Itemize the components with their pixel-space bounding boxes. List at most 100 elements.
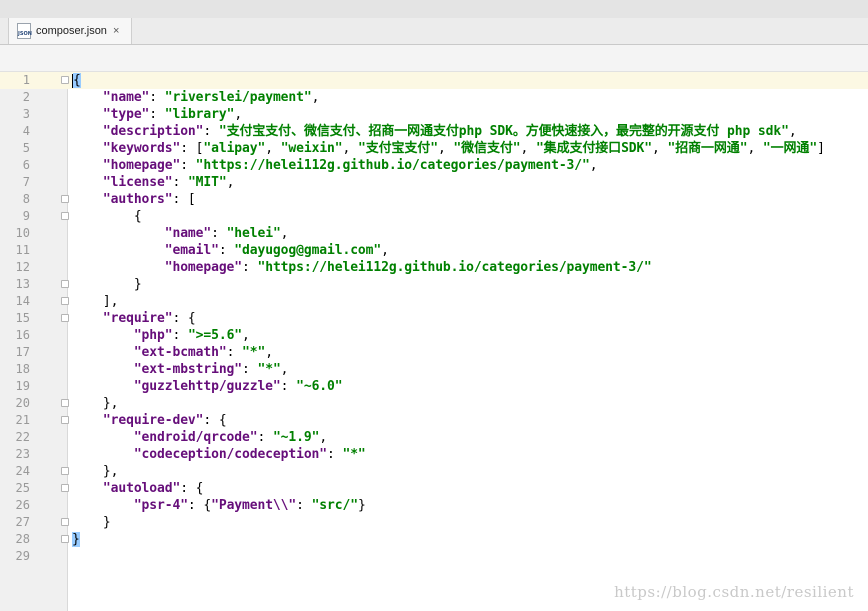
code-line[interactable]: 4 "description": "支付宝支付、微信支付、招商一网通支付php … xyxy=(0,123,868,140)
json-punctuation: : xyxy=(172,328,188,343)
code-line[interactable]: 24 }, xyxy=(0,463,868,480)
json-key: "Payment\\" xyxy=(211,498,297,513)
code-line[interactable]: 20 }, xyxy=(0,395,868,412)
code-line[interactable]: 21 "require-dev": { xyxy=(0,412,868,429)
code-line[interactable]: 25 "autoload": { xyxy=(0,480,868,497)
line-number: 18 xyxy=(15,362,30,376)
code-line[interactable]: 26 "psr-4": {"Payment\\": "src/"} xyxy=(0,497,868,514)
code-text: "guzzlehttp/guzzle": "~6.0" xyxy=(72,378,343,395)
json-string: "*" xyxy=(257,362,281,377)
json-punctuation: , xyxy=(319,430,328,445)
code-line[interactable]: 28} xyxy=(0,531,868,548)
json-punctuation: , xyxy=(747,141,763,156)
code-text: "keywords": ["alipay", "weixin", "支付宝支付"… xyxy=(72,140,825,157)
line-number: 23 xyxy=(15,447,30,461)
code-line[interactable]: 27 } xyxy=(0,514,868,531)
fold-marker-icon[interactable] xyxy=(61,518,69,526)
json-key: "endroid/qrcode" xyxy=(133,430,258,445)
code-line[interactable]: 6 "homepage": "https://helei112g.github.… xyxy=(0,157,868,174)
json-string: "library" xyxy=(164,107,235,122)
code-line[interactable]: 18 "ext-mbstring": "*", xyxy=(0,361,868,378)
fold-marker-icon[interactable] xyxy=(61,314,69,322)
code-line[interactable]: 5 "keywords": ["alipay", "weixin", "支付宝支… xyxy=(0,140,868,157)
fold-marker-icon[interactable] xyxy=(61,76,69,84)
fold-marker-icon[interactable] xyxy=(61,535,69,543)
json-key: "psr-4" xyxy=(133,498,188,513)
json-string: "alipay" xyxy=(203,141,266,156)
json-punctuation xyxy=(72,379,134,394)
json-key: "autoload" xyxy=(102,481,181,496)
fold-marker-icon[interactable] xyxy=(61,467,69,475)
code-line[interactable]: 12 "homepage": "https://helei112g.github… xyxy=(0,259,868,276)
code-text: "homepage": "https://helei112g.github.io… xyxy=(72,157,598,174)
code-text: "require-dev": { xyxy=(72,412,227,429)
code-editor[interactable]: 1{2 "name": "riverslei/payment", 3 "type"… xyxy=(0,72,868,611)
line-number: 4 xyxy=(22,124,30,138)
line-number: 25 xyxy=(15,481,30,495)
tab-composer-json[interactable]: JSON composer.json × xyxy=(8,18,132,44)
json-string: ">=5.6" xyxy=(187,328,243,343)
code-line[interactable]: 19 "guzzlehttp/guzzle": "~6.0" xyxy=(0,378,868,395)
json-punctuation: : [ xyxy=(172,192,196,207)
code-lines: 1{2 "name": "riverslei/payment", 3 "type"… xyxy=(0,72,868,565)
json-punctuation xyxy=(72,243,165,258)
json-punctuation: } xyxy=(72,515,111,530)
line-number: 11 xyxy=(15,243,30,257)
line-number: 8 xyxy=(22,192,30,206)
json-punctuation: : xyxy=(172,175,188,190)
json-key: "guzzlehttp/guzzle" xyxy=(133,379,281,394)
json-punctuation: , xyxy=(226,175,235,190)
code-line[interactable]: 9 { xyxy=(0,208,868,225)
json-punctuation xyxy=(72,481,103,496)
code-text: ], xyxy=(72,293,119,310)
json-key: "license" xyxy=(102,175,173,190)
fold-marker-icon[interactable] xyxy=(61,280,69,288)
code-line[interactable]: 3 "type": "library", xyxy=(0,106,868,123)
code-line[interactable]: 23 "codeception/codeception": "*" xyxy=(0,446,868,463)
json-punctuation xyxy=(72,498,134,513)
json-punctuation: } xyxy=(72,532,80,547)
code-line[interactable]: 1{ xyxy=(0,72,868,89)
code-line[interactable]: 7 "license": "MIT", xyxy=(0,174,868,191)
code-text: "psr-4": {"Payment\\": "src/"} xyxy=(72,497,366,514)
code-text: "php": ">=5.6", xyxy=(72,327,250,344)
fold-marker-icon[interactable] xyxy=(61,195,69,203)
line-number: 15 xyxy=(15,311,30,325)
json-punctuation: : xyxy=(296,498,312,513)
json-punctuation: , xyxy=(342,141,358,156)
code-line[interactable]: 17 "ext-bcmath": "*", xyxy=(0,344,868,361)
code-line[interactable]: 13 } xyxy=(0,276,868,293)
close-icon[interactable]: × xyxy=(113,25,119,37)
code-line[interactable]: 2 "name": "riverslei/payment", xyxy=(0,89,868,106)
line-number: 3 xyxy=(22,107,30,121)
fold-marker-icon[interactable] xyxy=(61,297,69,305)
code-text: "require": { xyxy=(72,310,196,327)
json-punctuation: { xyxy=(72,209,142,224)
code-line[interactable]: 11 "email": "dayugog@gmail.com", xyxy=(0,242,868,259)
code-line[interactable]: 8 "authors": [ xyxy=(0,191,868,208)
json-key: "require" xyxy=(102,311,173,326)
fold-marker-icon[interactable] xyxy=(61,484,69,492)
json-punctuation xyxy=(72,413,103,428)
fold-marker-icon[interactable] xyxy=(61,399,69,407)
json-key: "name" xyxy=(102,90,150,105)
json-key: "homepage" xyxy=(102,158,181,173)
code-line[interactable]: 10 "name": "helei", xyxy=(0,225,868,242)
code-line[interactable]: 15 "require": { xyxy=(0,310,868,327)
code-line[interactable]: 14 ], xyxy=(0,293,868,310)
json-punctuation: , xyxy=(280,226,289,241)
code-text: "description": "支付宝支付、微信支付、招商一网通支付php SD… xyxy=(72,123,797,140)
json-punctuation xyxy=(72,345,134,360)
json-punctuation: : xyxy=(211,226,227,241)
code-line[interactable]: 22 "endroid/qrcode": "~1.9", xyxy=(0,429,868,446)
code-text: "ext-bcmath": "*", xyxy=(72,344,273,361)
line-number: 13 xyxy=(15,277,30,291)
fold-marker-icon[interactable] xyxy=(61,212,69,220)
json-punctuation xyxy=(72,124,103,139)
fold-marker-icon[interactable] xyxy=(61,416,69,424)
code-line[interactable]: 16 "php": ">=5.6", xyxy=(0,327,868,344)
json-string: "*" xyxy=(242,345,266,360)
json-punctuation: , xyxy=(520,141,536,156)
code-line[interactable]: 29 xyxy=(0,548,868,565)
json-punctuation: , xyxy=(437,141,454,156)
